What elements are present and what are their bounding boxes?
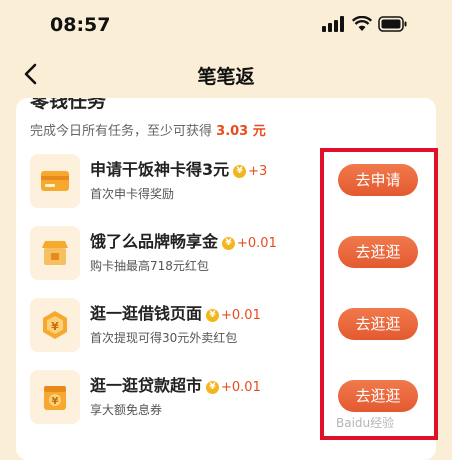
task-title-text: 逛一逛贷款超市 — [90, 376, 203, 395]
signal-icon — [322, 16, 344, 32]
coin-icon: ¥ — [206, 381, 220, 394]
yen-badge-icon: ¥ — [43, 311, 67, 339]
task-title-text: 逛一逛借钱页面 — [90, 304, 203, 323]
highlight-annotation — [320, 148, 438, 440]
task-reward: +0.01 — [221, 308, 261, 323]
card-icon — [41, 171, 69, 191]
top-bar: 08:57 笔笔返 — [0, 0, 452, 100]
battery-icon — [378, 16, 407, 32]
wifi-icon — [352, 16, 372, 31]
status-time: 08:57 — [50, 14, 111, 36]
task-reward: +3 — [248, 164, 268, 179]
task-reward: +0.01 — [221, 380, 261, 395]
task-title-text: 饿了么品牌畅享金 — [90, 232, 219, 251]
task-icon-box: ¥ — [30, 298, 80, 352]
task-title: 逛一逛借钱页面 ¥ +0.01 — [90, 300, 261, 324]
task-subtitle: 首次提现可得30元外卖红包 — [90, 331, 238, 345]
task-subtitle: 首次申卡得奖励 — [90, 187, 175, 201]
coin-icon: ¥ — [206, 309, 220, 322]
svg-text:¥: ¥ — [52, 396, 59, 407]
task-title-text: 申请干饭神卡得3元 — [90, 160, 230, 179]
task-subtitle: 享大额免息券 — [90, 403, 163, 417]
task-title: 逛一逛贷款超市 ¥ +0.01 — [90, 372, 261, 396]
yen-bag-icon: ¥ — [44, 386, 66, 410]
watermark: Baidu经验 — [336, 416, 395, 430]
task-icon-box: ¥ — [30, 370, 80, 424]
summary-amount: 3.03 元 — [216, 124, 266, 139]
page-title: 笔笔返 — [197, 66, 255, 88]
task-title: 申请干饭神卡得3元 ¥ +3 — [90, 156, 267, 180]
store-icon — [42, 241, 68, 265]
task-title: 饿了么品牌畅享金 ¥ +0.01 — [90, 228, 277, 252]
task-icon-box — [30, 226, 80, 280]
coin-icon: ¥ — [222, 237, 236, 250]
task-summary: 完成今日所有任务，至少可获得 3.03 元 — [30, 120, 266, 139]
task-subtitle: 购卡抽最高718元红包 — [90, 259, 209, 273]
task-reward: +0.01 — [237, 236, 277, 251]
section-title: 零钱任务 — [30, 98, 107, 112]
summary-text: 完成今日所有任务，至少可获得 — [30, 124, 213, 139]
task-icon-box — [30, 154, 80, 208]
svg-text:¥: ¥ — [51, 320, 59, 333]
coin-icon: ¥ — [233, 165, 247, 178]
